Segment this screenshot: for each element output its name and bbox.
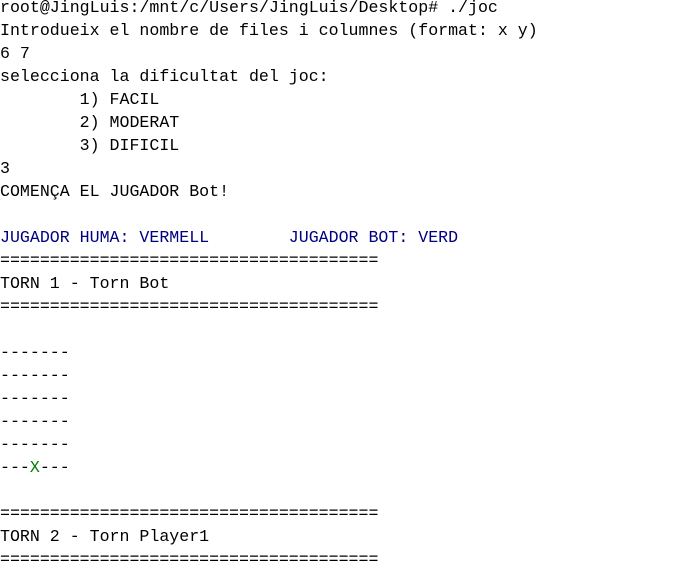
starter-message: COMENÇA EL JUGADOR Bot! [0,182,230,201]
board-row: ------- [0,343,70,362]
board-row-last: ---X--- [0,456,538,479]
size-prompt: Introdueix el nombre de files i columnes… [0,21,538,40]
player-gap [209,228,289,247]
board-row: ------- [0,389,70,408]
separator: ====================================== [0,504,379,523]
turn-1-header: TORN 1 - Torn Bot [0,274,170,293]
board-row: ------- [0,366,70,385]
player-human: JUGADOR HUMA: VERMELL [0,228,210,247]
turn-2-header: TORN 2 - Torn Player1 [0,527,210,546]
terminal-output: root@JingLuis:/mnt/c/Users/JingLuis/Desk… [0,0,538,571]
separator: ====================================== [0,251,379,270]
size-input: 6 7 [0,44,30,63]
board-cells-right: --- [39,458,70,477]
difficulty-option-moderat: 2) MODERAT [0,113,180,132]
players-line: JUGADOR HUMA: VERMELL JUGADOR BOT: VERD [0,226,538,249]
board-row: ------- [0,412,70,431]
difficulty-input: 3 [0,159,10,178]
board-row: ------- [0,435,70,454]
prompt-command-line: root@JingLuis:/mnt/c/Users/JingLuis/Desk… [0,0,498,17]
player-bot: JUGADOR BOT: VERD [288,228,459,247]
board-cells-left: --- [0,458,30,477]
difficulty-prompt: selecciona la dificultat del joc: [0,67,329,86]
difficulty-option-facil: 1) FACIL [0,90,160,109]
separator: ====================================== [0,297,379,316]
bot-piece: X [29,458,40,477]
separator: ====================================== [0,550,379,569]
difficulty-option-dificil: 3) DIFICIL [0,136,180,155]
